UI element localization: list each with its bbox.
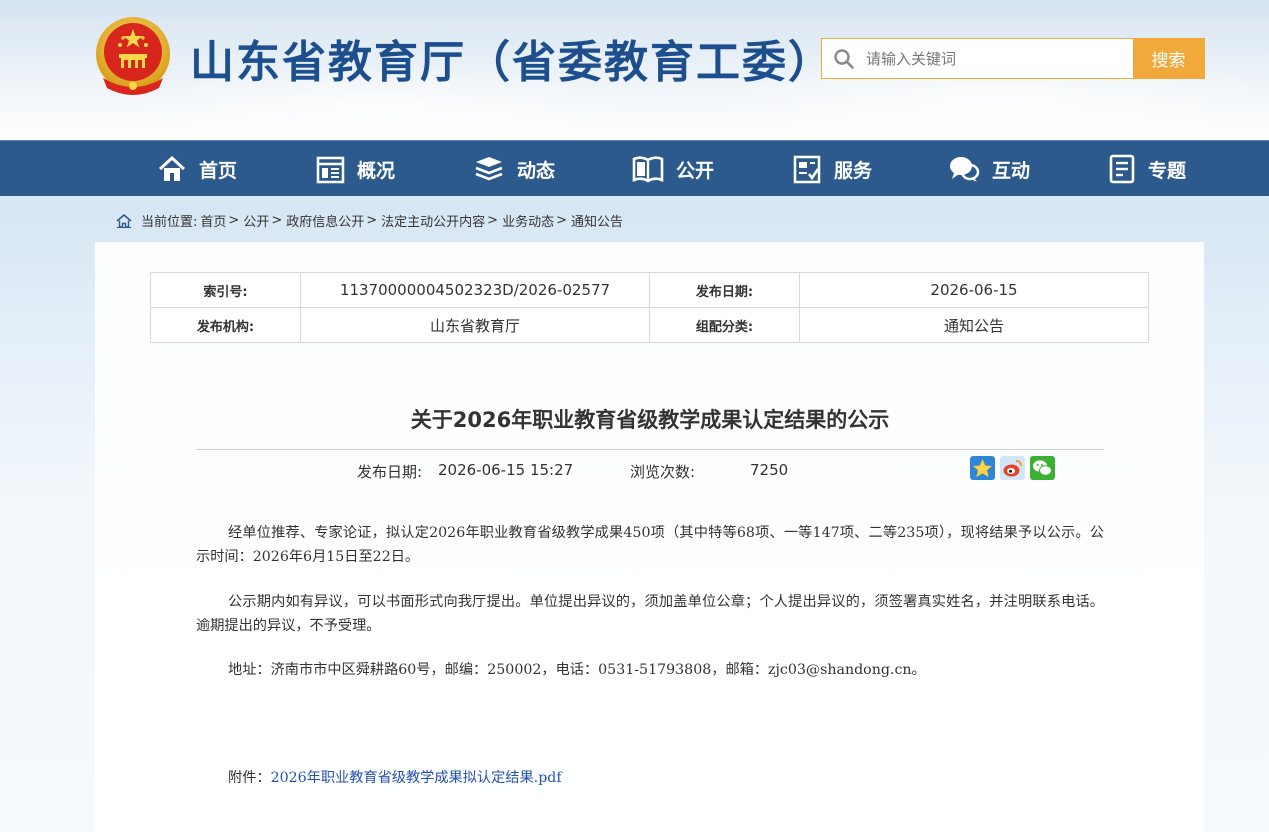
org-label: 发布机构: bbox=[150, 307, 301, 343]
breadcrumb-gov-info[interactable]: 政府信息公开 bbox=[286, 211, 364, 230]
open-book-icon bbox=[632, 156, 664, 183]
nav-item-topic[interactable]: 专题 bbox=[1108, 141, 1186, 197]
home-small-icon bbox=[116, 213, 132, 228]
nav-label: 专题 bbox=[1148, 159, 1187, 182]
attachment-link[interactable]: 2026年职业教育省级教学成果拟认定结果.pdf bbox=[271, 770, 562, 786]
date-value: 2026-06-15 bbox=[799, 272, 1149, 308]
overview-icon bbox=[316, 156, 345, 183]
qzone-icon[interactable] bbox=[970, 456, 995, 480]
breadcrumb-home[interactable]: 首页 bbox=[200, 211, 226, 230]
breadcrumb-separator: > bbox=[556, 213, 567, 228]
table-row: 发布机构: 山东省教育厅 组配分类: 通知公告 bbox=[150, 307, 1149, 343]
article-paragraph: 地址：济南市市中区舜耕路60号，邮编：250002，电话：0531-517938… bbox=[228, 662, 926, 678]
topic-doc-icon bbox=[1109, 154, 1135, 184]
nav-label: 首页 bbox=[199, 159, 238, 182]
wechat-icon[interactable] bbox=[1030, 456, 1055, 480]
org-value: 山东省教育厅 bbox=[300, 307, 650, 343]
nav-label: 公开 bbox=[676, 159, 715, 182]
breadcrumb-separator: > bbox=[271, 213, 283, 228]
index-value: 11370000004502323D/2026-02577 bbox=[300, 272, 650, 308]
category-label: 组配分类: bbox=[649, 307, 800, 343]
breadcrumb-separator: > bbox=[487, 213, 499, 228]
search-icon bbox=[822, 39, 866, 78]
breadcrumb-business[interactable]: 业务动态 bbox=[502, 211, 554, 230]
breadcrumb-notice[interactable]: 通知公告 bbox=[571, 211, 623, 230]
service-doc-icon bbox=[793, 155, 821, 184]
search-box: 搜索 bbox=[821, 38, 1205, 79]
attachment-label: 附件： bbox=[228, 770, 271, 786]
breadcrumb-open[interactable]: 公开 bbox=[243, 211, 269, 230]
breadcrumb-separator: > bbox=[366, 213, 378, 228]
national-emblem-icon bbox=[96, 17, 170, 95]
table-row: 索引号: 11370000004502323D/2026-02577 发布日期:… bbox=[150, 272, 1149, 308]
site-header: 山东省教育厅（省委教育工委） 搜索 bbox=[0, 0, 1269, 140]
index-label: 索引号: bbox=[150, 272, 301, 308]
main-nav: 首页 概况 动态 公开 服务 互动 专题 bbox=[0, 140, 1269, 196]
nav-item-overview[interactable]: 概况 bbox=[316, 141, 395, 197]
article-paragraph: 经单位推荐、专家论证，拟认定2026年职业教育省级教学成果450项（其中特等68… bbox=[196, 525, 1104, 565]
article-title: 关于2026年职业教育省级教学成果认定结果的公示 bbox=[410, 408, 890, 432]
weibo-icon[interactable] bbox=[1000, 456, 1025, 480]
nav-label: 概况 bbox=[357, 159, 396, 182]
breadcrumb-prefix: 当前位置: bbox=[141, 215, 198, 230]
home-icon bbox=[158, 155, 186, 181]
meta-table: 索引号: 11370000004502323D/2026-02577 发布日期:… bbox=[150, 272, 1149, 343]
nav-item-news[interactable]: 动态 bbox=[473, 141, 555, 197]
chat-bubbles-icon bbox=[950, 157, 980, 182]
breadcrumb: 当前位置: 首页 > 公开 > 政府信息公开 > 法定主动公开内容 > 业务动态 > 通知… bbox=[116, 211, 623, 230]
nav-label: 互动 bbox=[992, 159, 1031, 182]
nav-item-open[interactable]: 公开 bbox=[632, 141, 714, 197]
views-label: 浏览次数: bbox=[630, 463, 696, 481]
nav-label: 动态 bbox=[517, 159, 556, 182]
title-divider bbox=[196, 449, 1104, 450]
nav-item-interact[interactable]: 互动 bbox=[948, 141, 1030, 197]
search-button[interactable]: 搜索 bbox=[1133, 39, 1204, 78]
site-title: 山东省教育厅（省委教育工委） bbox=[190, 37, 834, 88]
breadcrumb-statutory[interactable]: 法定主动公开内容 bbox=[381, 211, 485, 230]
publish-datetime: 2026-06-15 15:27 bbox=[438, 461, 574, 479]
article-paragraph: 公示期内如有异议，可以书面形式向我厅提出。单位提出异议的，须加盖单位公章；个人提… bbox=[196, 594, 1104, 634]
search-input[interactable] bbox=[866, 39, 1133, 78]
attachment-line: 附件：2026年职业教育省级教学成果拟认定结果.pdf bbox=[228, 767, 562, 787]
nav-item-home[interactable]: 首页 bbox=[157, 141, 237, 197]
views-count: 7250 bbox=[750, 461, 789, 479]
nav-item-service[interactable]: 服务 bbox=[792, 141, 872, 197]
breadcrumb-separator: > bbox=[228, 213, 240, 228]
nav-label: 服务 bbox=[834, 159, 873, 182]
news-stack-icon bbox=[475, 157, 503, 181]
publish-label: 发布日期: bbox=[357, 463, 423, 481]
category-value: 通知公告 bbox=[799, 307, 1149, 343]
date-label: 发布日期: bbox=[649, 272, 800, 308]
